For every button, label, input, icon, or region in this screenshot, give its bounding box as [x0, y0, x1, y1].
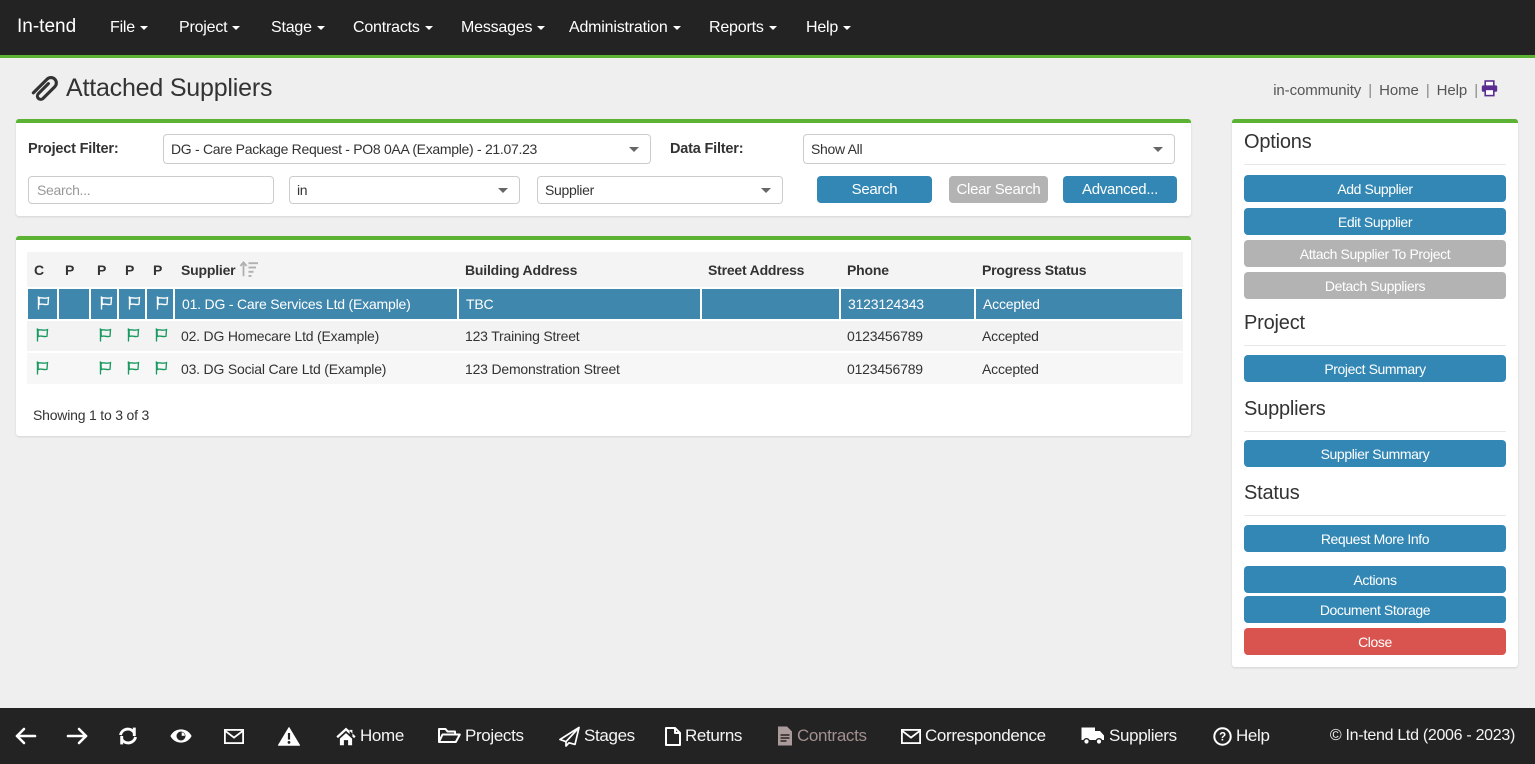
svg-text:?: ? [1219, 731, 1226, 743]
